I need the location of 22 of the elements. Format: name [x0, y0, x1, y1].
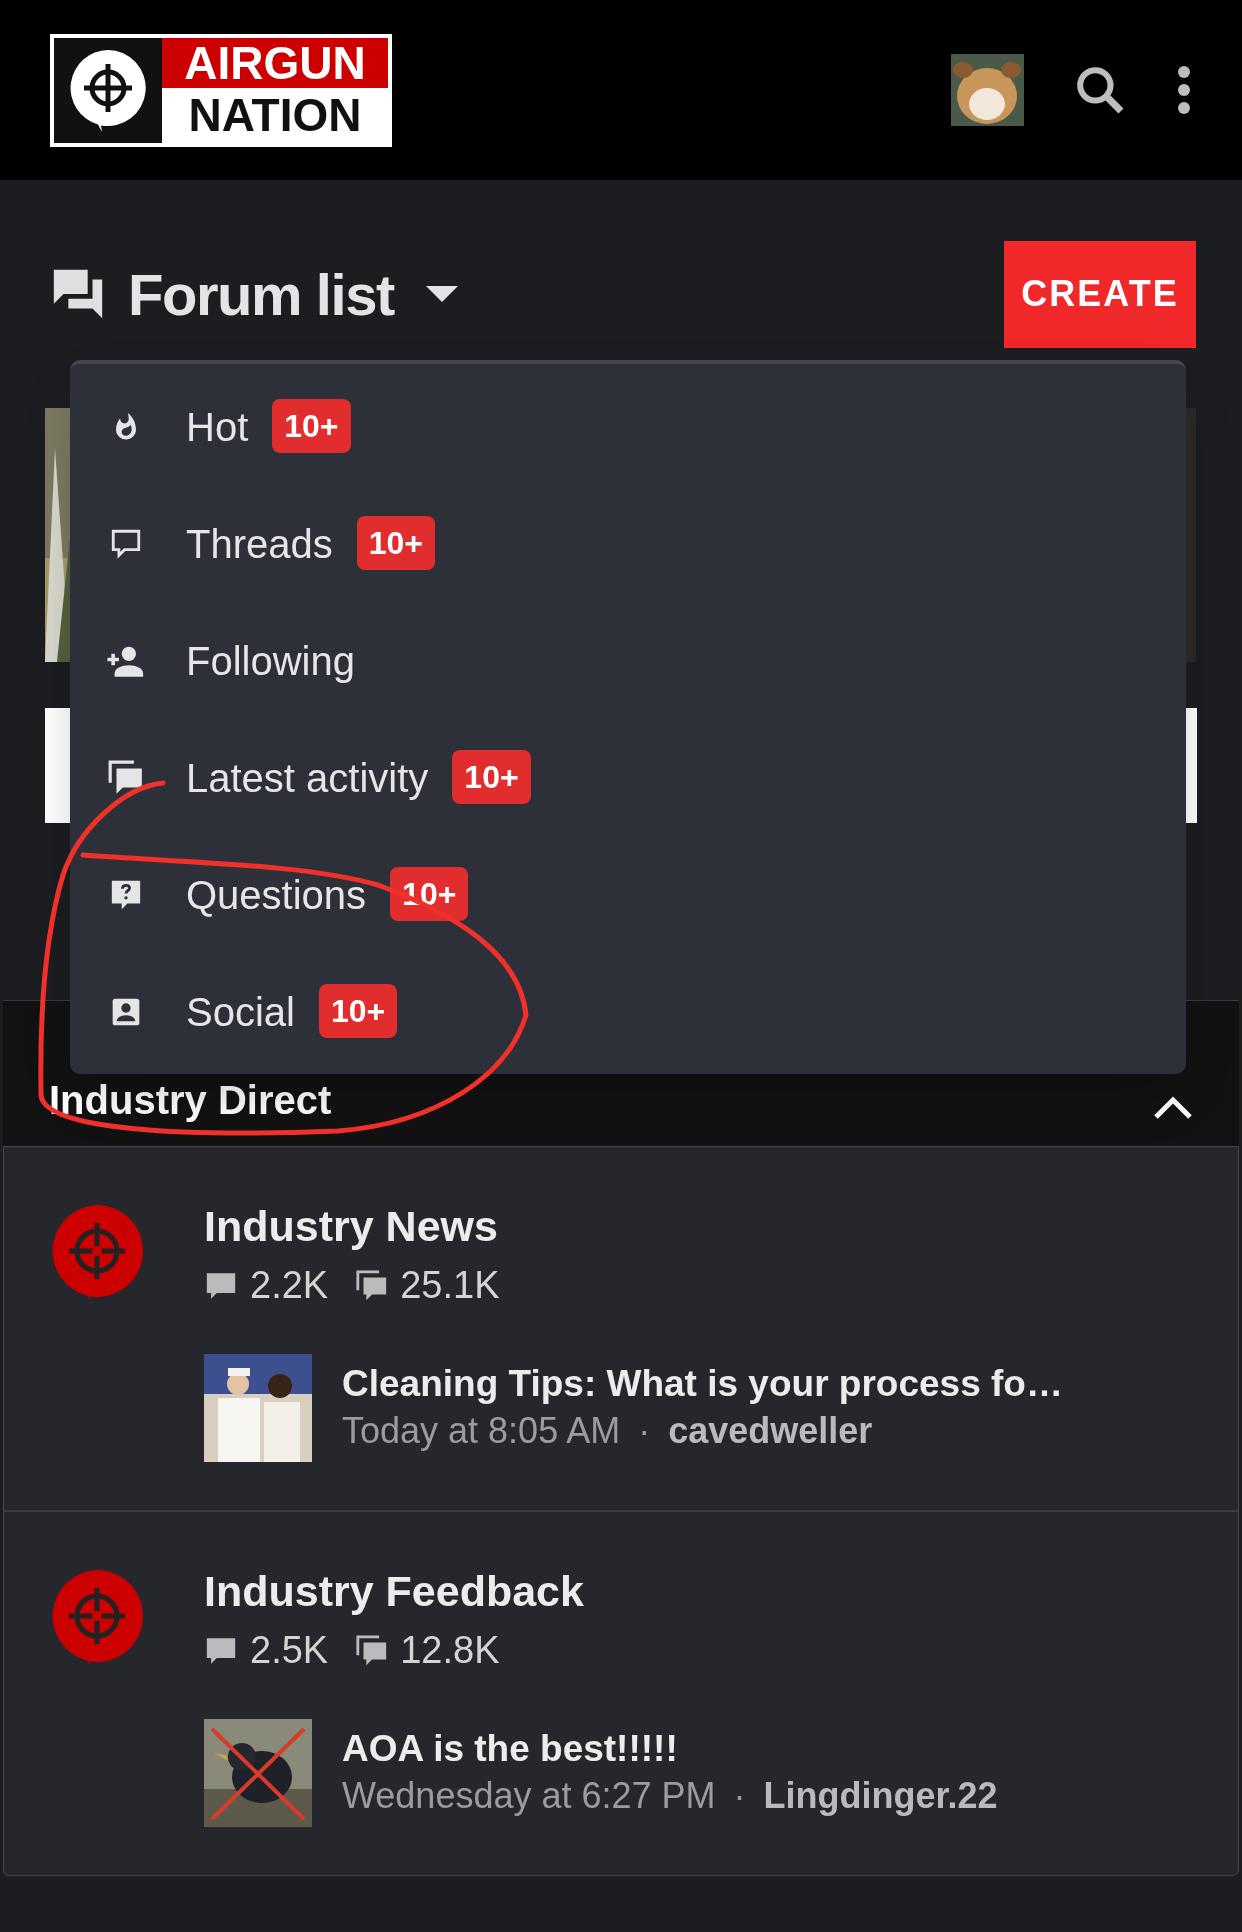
page-title: Forum list	[128, 260, 394, 329]
section-title: Industry Direct	[49, 1077, 332, 1124]
message-count: 25.1K	[400, 1263, 500, 1308]
count-badge: 10+	[356, 515, 436, 570]
menu-item-label: Following	[186, 637, 355, 685]
logo-text: AIRGUN	[162, 37, 388, 88]
thread-count: 2.2K	[250, 1263, 329, 1308]
count-badge: 10+	[452, 749, 531, 804]
post-time: Today at 8:05 AM	[342, 1409, 621, 1453]
count-badge: 10+	[318, 983, 398, 1038]
menu-item-label: Questions	[186, 871, 367, 919]
separator-dot: ·	[733, 1774, 746, 1818]
menu-item-label: Social	[186, 988, 295, 1036]
separator-dot: ·	[638, 1409, 651, 1453]
menu-item-label: Latest activity	[186, 754, 429, 802]
menu-item-label: Threads	[186, 520, 333, 568]
menu-item-label: Hot	[186, 403, 249, 451]
post-time: Wednesday at 6:27 PM	[342, 1774, 716, 1818]
message-count: 12.8K	[400, 1628, 500, 1673]
logo-text: NATION	[187, 87, 363, 143]
thread-count: 2.5K	[250, 1628, 329, 1673]
count-badge: 10+	[272, 398, 351, 453]
